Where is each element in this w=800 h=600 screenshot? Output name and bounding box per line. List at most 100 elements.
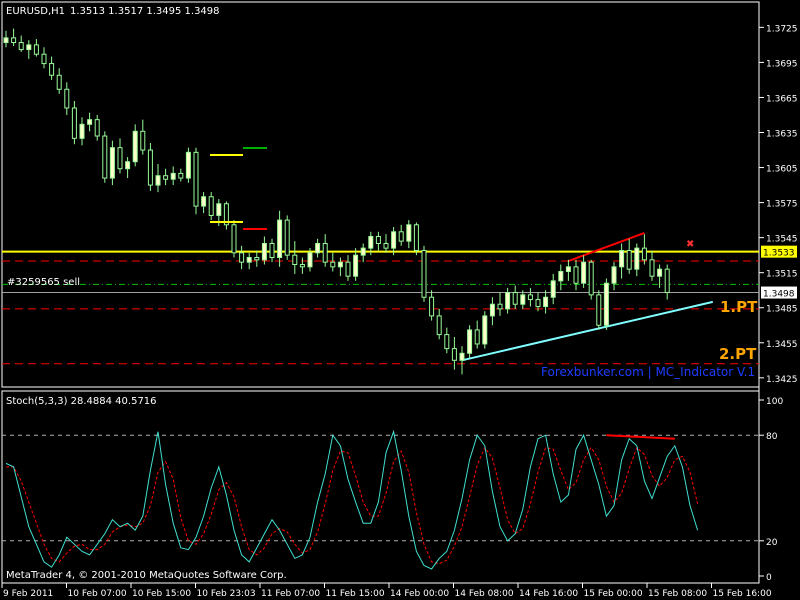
candle-body	[482, 315, 488, 345]
candle-body	[102, 135, 108, 179]
candle-body	[299, 264, 305, 268]
candle-body	[201, 196, 207, 207]
candle-body	[573, 266, 579, 284]
candle-body	[87, 119, 93, 125]
candle-body	[444, 334, 450, 350]
candle-body	[581, 261, 587, 284]
symbol-header: EURUSD,H1 1.3513 1.3517 1.3495 1.3498	[6, 6, 220, 17]
price-tag-label: 1.3533	[763, 249, 795, 259]
candle-body	[33, 44, 39, 55]
candle-body	[641, 247, 647, 261]
candle-body	[603, 282, 609, 326]
candle-body	[330, 261, 336, 268]
stoch-tick-label: 20	[766, 538, 778, 548]
candle-body	[155, 175, 161, 186]
candle-body	[109, 147, 115, 179]
candle-body	[535, 299, 541, 308]
price-tick-label: 1.3575	[766, 200, 798, 210]
candle-body	[383, 242, 389, 249]
candle-body	[79, 123, 85, 139]
candle-body	[71, 107, 77, 139]
copyright: MetaTrader 4, © 2001-2010 MetaQuotes Sof…	[6, 570, 287, 581]
time-tick-label: 10 Feb 23:03	[197, 589, 256, 599]
price-tag-label: 1.3498	[763, 290, 795, 300]
price-tick-label: 1.3695	[766, 59, 798, 69]
candle-body	[315, 242, 321, 254]
candle-body	[558, 271, 564, 282]
time-tick-label: 14 Feb 08:00	[455, 589, 514, 599]
stoch-tick-label: 100	[766, 397, 783, 407]
candle-body	[543, 296, 549, 308]
candle-body	[413, 224, 419, 251]
price-tick-label: 1.3635	[766, 130, 798, 140]
candle-body	[588, 261, 594, 296]
candle-body	[231, 224, 237, 254]
candle-body	[41, 53, 47, 65]
candle-body	[3, 37, 9, 44]
stoch-tick-label: 0	[766, 573, 772, 583]
time-tick-label: 11 Feb 15:00	[326, 589, 385, 599]
candle-body	[368, 235, 374, 249]
candle-body	[163, 175, 169, 180]
candle-body	[56, 74, 62, 90]
candle-body	[619, 249, 625, 268]
candle-body	[216, 203, 222, 216]
price-tick-label: 1.3545	[766, 235, 798, 245]
candle-body	[185, 151, 191, 179]
candle-body	[459, 352, 465, 361]
time-tick-label: 14 Feb 00:00	[390, 589, 449, 599]
price-tick-label: 1.3515	[766, 270, 798, 280]
candle-body	[277, 219, 283, 258]
candle-body	[18, 42, 24, 51]
watermark: Forexbunker.com | MC_Indicator V.1	[541, 365, 755, 379]
candle-body	[261, 242, 267, 261]
metatrader-chart[interactable]: 1.3425 1.3455 1.3485 1.3515 1.3545 1.3575 1.36…	[0, 0, 800, 600]
pt2-label: 2.PT	[719, 345, 757, 363]
candle-body	[193, 151, 199, 207]
time-tick-label: 9 Feb 2011	[3, 589, 53, 599]
candle-body	[497, 303, 503, 310]
price-tick-label: 1.3605	[766, 165, 798, 175]
candle-body	[11, 37, 17, 44]
candle-body	[520, 294, 526, 305]
candle-body	[429, 296, 435, 317]
time-tick-label: 14 Feb 16:00	[519, 589, 578, 599]
time-tick-label: 10 Feb 15:00	[132, 589, 191, 599]
candle-body	[322, 242, 328, 263]
candle-body	[49, 63, 55, 76]
candle-body	[26, 44, 32, 51]
price-axis: 1.3425 1.3455 1.3485 1.3515 1.3545 1.3575 1.36…	[759, 24, 798, 385]
candle-body	[170, 172, 176, 180]
candle-body	[353, 254, 359, 277]
candle-body	[208, 196, 214, 216]
candle-body	[94, 119, 100, 137]
candle-body	[64, 88, 70, 109]
candle-body	[398, 231, 404, 242]
time-tick-label: 15 Feb 08:00	[648, 589, 707, 599]
candle-body	[489, 303, 495, 317]
candle-body	[254, 256, 260, 261]
candle-body	[140, 130, 146, 151]
time-tick-label: 10 Feb 07:00	[68, 589, 127, 599]
candle-body	[360, 247, 366, 256]
price-tick-label: 1.3485	[766, 305, 798, 315]
time-tick-label: 15 Feb 16:00	[713, 589, 772, 599]
price-tick-label: 1.3455	[766, 340, 798, 350]
candle-body	[474, 329, 480, 345]
candle-body	[269, 242, 275, 258]
price-pane[interactable]	[1, 1, 760, 388]
order-label: #3259565 sell	[7, 277, 80, 288]
candle-body	[337, 261, 343, 268]
candle-body	[451, 348, 457, 361]
candle-body	[611, 266, 617, 284]
candle-body	[132, 130, 138, 163]
candle-body	[649, 259, 655, 277]
candle-body	[512, 292, 518, 305]
candle-body	[284, 219, 290, 256]
candle-body	[406, 224, 412, 242]
time-tick-label: 11 Feb 07:00	[261, 589, 320, 599]
candle-body	[246, 256, 252, 263]
candle-body	[117, 147, 123, 170]
candle-body	[391, 231, 397, 249]
candle-body	[634, 247, 640, 270]
